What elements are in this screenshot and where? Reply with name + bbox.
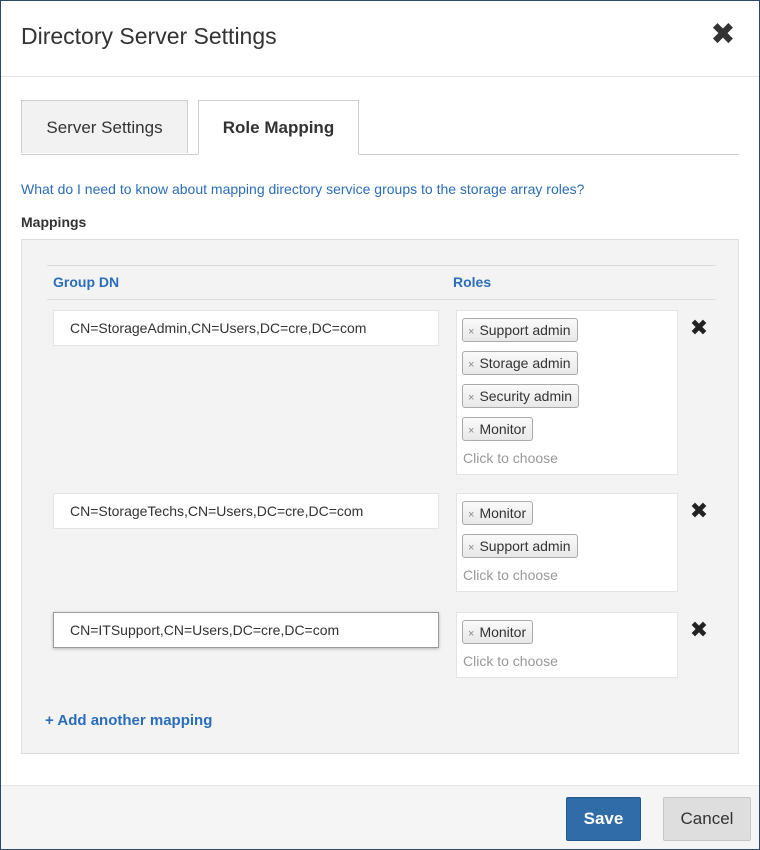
dialog-footer: Save Cancel	[1, 785, 759, 849]
tab-server-settings[interactable]: Server Settings	[21, 100, 188, 153]
delete-mapping-icon[interactable]: ✖	[688, 317, 710, 339]
tab-bar: Server Settings Role Mapping	[21, 100, 739, 155]
role-chooser-placeholder[interactable]: Click to choose	[462, 447, 671, 468]
role-chip-label: Support admin	[479, 322, 571, 338]
dialog-header: Directory Server Settings ✖	[1, 1, 759, 77]
roles-selector[interactable]: × Monitor Click to choose	[456, 612, 678, 678]
role-chip: × Storage admin	[462, 351, 578, 375]
column-header-roles: Roles	[453, 274, 492, 290]
remove-role-icon[interactable]: ×	[468, 387, 474, 409]
column-header-group-dn: Group DN	[53, 274, 120, 290]
dialog-title: Directory Server Settings	[21, 23, 277, 49]
remove-role-icon[interactable]: ×	[468, 321, 474, 343]
remove-role-icon[interactable]: ×	[468, 623, 474, 645]
mappings-column-header: Group DN Roles	[47, 265, 716, 300]
role-chip: × Security admin	[462, 384, 580, 409]
role-chip-label: Support admin	[479, 538, 571, 554]
role-chip: × Support admin	[462, 534, 578, 558]
role-chip-label: Monitor	[479, 421, 527, 437]
add-mapping-link[interactable]: + Add another mapping	[45, 712, 212, 729]
help-link[interactable]: What do I need to know about mapping dir…	[21, 181, 584, 197]
delete-mapping-icon[interactable]: ✖	[688, 500, 710, 522]
save-button[interactable]: Save	[566, 797, 641, 841]
role-chooser-placeholder[interactable]: Click to choose	[462, 650, 671, 671]
roles-selector[interactable]: × Support admin × Storage admin × Security …	[456, 310, 678, 475]
role-chip-label: Monitor	[479, 624, 527, 640]
remove-role-icon[interactable]: ×	[468, 420, 474, 442]
group-dn-input[interactable]	[53, 493, 439, 529]
cancel-button[interactable]: Cancel	[663, 797, 751, 841]
roles-selector[interactable]: × Monitor × Support admin Click to choose	[456, 493, 678, 592]
delete-mapping-icon[interactable]: ✖	[688, 619, 710, 641]
role-chip: × Monitor	[462, 417, 534, 442]
directory-server-settings-dialog: Directory Server Settings ✖ Server Setti…	[0, 0, 760, 850]
role-chip-label: Storage admin	[479, 355, 571, 371]
group-dn-input[interactable]	[53, 310, 439, 346]
role-chip: × Monitor	[462, 620, 534, 645]
group-dn-input[interactable]	[53, 612, 439, 648]
role-chip-label: Monitor	[479, 505, 527, 521]
role-chooser-placeholder[interactable]: Click to choose	[462, 564, 671, 585]
role-chip: × Monitor	[462, 501, 534, 526]
mappings-heading: Mappings	[21, 214, 87, 230]
remove-role-icon[interactable]: ×	[468, 354, 474, 376]
remove-role-icon[interactable]: ×	[468, 537, 474, 559]
mappings-panel: Group DN Roles × Support admin × Storage a…	[21, 239, 739, 754]
remove-role-icon[interactable]: ×	[468, 504, 474, 526]
role-chip: × Support admin	[462, 318, 578, 342]
close-icon[interactable]: ✖	[709, 19, 737, 51]
tab-role-mapping[interactable]: Role Mapping	[198, 100, 359, 155]
dialog-body: Server Settings Role Mapping What do I n…	[1, 77, 759, 785]
role-chip-label: Security admin	[479, 388, 573, 404]
